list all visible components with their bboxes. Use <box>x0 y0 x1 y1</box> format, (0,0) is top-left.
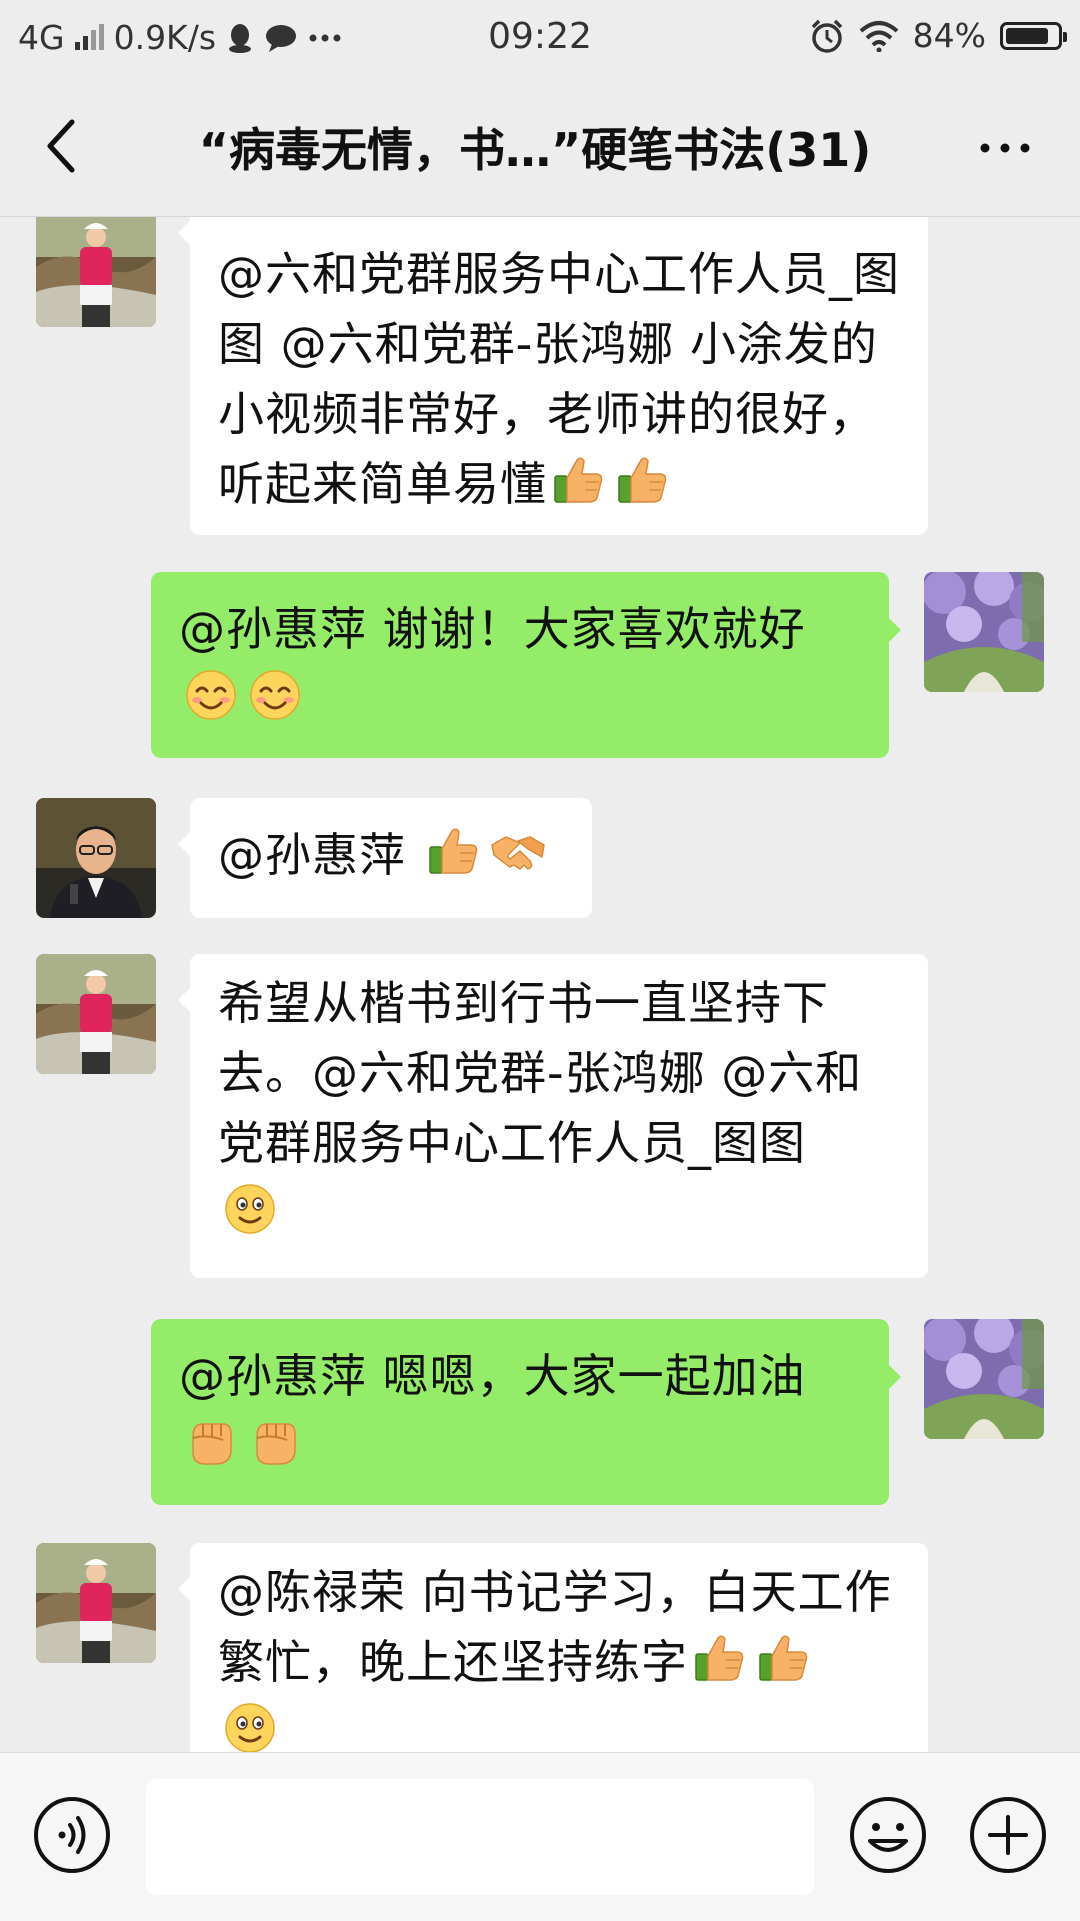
chat-area[interactable]: @六和党群服务中心工作人员_图图 @六和党群-张鸿娜 小涂发的小视频非常好，老师… <box>0 217 1080 1752</box>
status-bar: 4G 0.9K/s 09:22 84% <box>0 0 1080 76</box>
more-button[interactable] <box>978 128 1032 168</box>
thumbs-up-emoji <box>551 452 607 508</box>
chevron-left-icon <box>47 119 75 173</box>
emoji-face-icon <box>850 1797 926 1873</box>
battery-percent: 84% <box>912 16 986 55</box>
thumbs-up-emoji <box>692 1630 748 1686</box>
fist-emoji <box>183 1414 239 1470</box>
message-bubble[interactable]: 希望从楷书到行书一直坚持下去。@六和党群-张鸿娜 @六和党群服务中心工作人员_图… <box>178 954 928 1278</box>
thumbs-up-emoji <box>756 1630 812 1686</box>
message-bubble[interactable]: @陈禄荣 向书记学习，白天工作繁忙，晚上还坚持练字 <box>178 1543 928 1752</box>
message-text: @孙惠萍 谢谢！大家喜欢就好 <box>179 602 806 656</box>
alarm-icon <box>811 19 842 53</box>
message-text: @孙惠萍 <box>218 828 422 882</box>
avatar[interactable] <box>924 1319 1044 1439</box>
thumbs-up-emoji <box>426 823 482 879</box>
avatar[interactable] <box>36 217 156 327</box>
more-horizontal-icon <box>980 143 1030 153</box>
grin-emoji <box>222 1181 278 1237</box>
avatar[interactable] <box>36 954 156 1074</box>
fist-emoji <box>247 1414 303 1470</box>
message-text: @孙惠萍 嗯嗯，大家一起加油 <box>179 1349 806 1403</box>
grin-emoji <box>222 1700 278 1752</box>
wifi-icon <box>859 20 898 52</box>
emoji-button[interactable] <box>848 1795 928 1875</box>
plus-circle-icon <box>970 1797 1046 1873</box>
message-bubble[interactable]: @孙惠萍 嗯嗯，大家一起加油 <box>151 1319 901 1505</box>
smile-emoji <box>183 667 239 723</box>
message-bubble[interactable]: @孙惠萍 谢谢！大家喜欢就好 <box>151 572 901 758</box>
avatar[interactable] <box>36 1543 156 1663</box>
avatar[interactable] <box>924 572 1044 692</box>
thumbs-up-emoji <box>615 452 671 508</box>
smile-emoji <box>247 667 303 723</box>
handshake-emoji <box>490 823 546 879</box>
battery-icon <box>1000 21 1067 50</box>
voice-icon <box>34 1797 110 1873</box>
message-bubble[interactable]: @六和党群服务中心工作人员_图图 @六和党群-张鸿娜 小涂发的小视频非常好，老师… <box>178 217 928 535</box>
message-bubble[interactable]: @孙惠萍 <box>178 798 592 918</box>
chat-title: “病毒无情，书…”硬笔书法(31) <box>198 123 872 177</box>
avatar[interactable] <box>36 798 156 918</box>
message-text: 希望从楷书到行书一直坚持下去。@六和党群-张鸿娜 @六和党群服务中心工作人员_图… <box>218 976 863 1170</box>
battery-fill <box>1006 27 1048 44</box>
input-bar <box>0 1752 1080 1921</box>
message-input[interactable] <box>146 1779 814 1895</box>
voice-button[interactable] <box>32 1795 112 1875</box>
status-right: 84% <box>809 16 1067 55</box>
plus-button[interactable] <box>968 1795 1048 1875</box>
back-button[interactable] <box>38 116 88 176</box>
chat-header: “病毒无情，书…”硬笔书法(31) <box>0 76 1080 217</box>
